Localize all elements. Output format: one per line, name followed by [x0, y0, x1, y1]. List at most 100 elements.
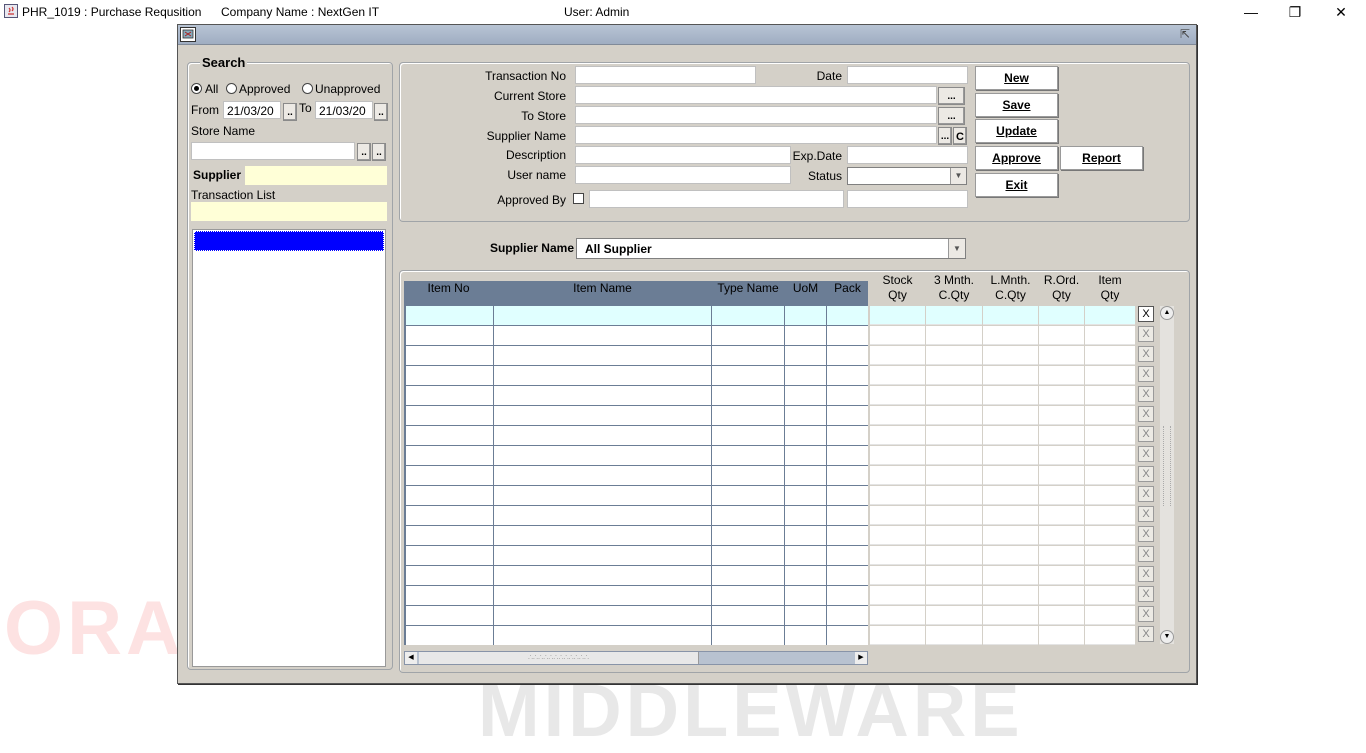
approved-date-field[interactable] — [847, 190, 968, 208]
table-cell[interactable] — [494, 386, 711, 405]
table-cell[interactable] — [494, 326, 711, 345]
table-row[interactable] — [404, 586, 1144, 606]
table-cell[interactable] — [494, 346, 711, 365]
table-cell[interactable] — [827, 486, 868, 505]
h-scroll-thumb[interactable]: ∴∴∴∴∴∴∴∴∴∴∴∴ — [419, 652, 699, 664]
table-cell[interactable] — [827, 326, 868, 345]
table-cell[interactable] — [870, 486, 925, 505]
exit-button[interactable]: Exit — [975, 173, 1058, 197]
table-cell[interactable] — [1085, 346, 1135, 365]
table-cell[interactable] — [785, 386, 826, 405]
table-cell[interactable] — [1039, 566, 1084, 585]
table-cell[interactable] — [712, 506, 784, 525]
store-name-field[interactable] — [191, 142, 355, 160]
table-cell[interactable] — [406, 406, 493, 425]
to-store-field[interactable] — [575, 106, 937, 124]
delete-row-button[interactable]: X — [1138, 466, 1154, 482]
table-row[interactable] — [404, 406, 1144, 426]
transaction-list[interactable] — [192, 229, 386, 667]
delete-row-button[interactable]: X — [1138, 546, 1154, 562]
approved-by-field[interactable] — [589, 190, 844, 208]
table-row[interactable] — [404, 626, 1144, 646]
table-row[interactable] — [404, 606, 1144, 626]
table-cell[interactable] — [494, 626, 711, 645]
update-button[interactable]: Update — [975, 119, 1058, 143]
table-cell[interactable] — [785, 366, 826, 385]
table-cell[interactable] — [1085, 386, 1135, 405]
table-cell[interactable] — [494, 306, 711, 325]
maximize-icon[interactable]: ⇱ — [1178, 28, 1192, 41]
approved-checkbox[interactable] — [573, 193, 584, 204]
table-cell[interactable] — [1085, 466, 1135, 485]
table-cell[interactable] — [983, 386, 1038, 405]
table-cell[interactable] — [1085, 506, 1135, 525]
table-cell[interactable] — [712, 326, 784, 345]
table-cell[interactable] — [785, 466, 826, 485]
table-cell[interactable] — [712, 526, 784, 545]
table-cell[interactable] — [1085, 326, 1135, 345]
table-row[interactable] — [404, 386, 1144, 406]
table-cell[interactable] — [785, 566, 826, 585]
table-cell[interactable] — [870, 326, 925, 345]
delete-row-button[interactable]: X — [1138, 386, 1154, 402]
table-cell[interactable] — [827, 566, 868, 585]
table-cell[interactable] — [1039, 586, 1084, 605]
table-cell[interactable] — [494, 426, 711, 445]
table-cell[interactable] — [406, 466, 493, 485]
table-cell[interactable] — [983, 306, 1038, 325]
table-cell[interactable] — [712, 586, 784, 605]
table-cell[interactable] — [1039, 466, 1084, 485]
table-cell[interactable] — [785, 506, 826, 525]
table-cell[interactable] — [827, 366, 868, 385]
table-cell[interactable] — [712, 346, 784, 365]
delete-row-button[interactable]: X — [1138, 366, 1154, 382]
table-cell[interactable] — [827, 446, 868, 465]
transaction-no-field[interactable] — [575, 66, 756, 84]
scroll-thumb[interactable] — [1163, 426, 1171, 506]
table-cell[interactable] — [870, 366, 925, 385]
supplier-name-field[interactable] — [575, 126, 937, 144]
delete-row-button[interactable]: X — [1138, 486, 1154, 502]
table-cell[interactable] — [1039, 426, 1084, 445]
table-cell[interactable] — [870, 466, 925, 485]
table-cell[interactable] — [870, 426, 925, 445]
approve-button[interactable]: Approve — [975, 146, 1058, 170]
table-cell[interactable] — [1085, 366, 1135, 385]
table-cell[interactable] — [712, 606, 784, 625]
table-cell[interactable] — [983, 406, 1038, 425]
grid-vertical-scrollbar[interactable]: ▲ ▼ — [1160, 306, 1174, 644]
supplier-search-field[interactable] — [245, 166, 387, 185]
table-cell[interactable] — [494, 466, 711, 485]
table-cell[interactable] — [785, 426, 826, 445]
table-cell[interactable] — [1039, 366, 1084, 385]
table-cell[interactable] — [827, 466, 868, 485]
delete-row-button[interactable]: X — [1138, 526, 1154, 542]
table-row[interactable] — [404, 466, 1144, 486]
table-cell[interactable] — [785, 626, 826, 645]
table-cell[interactable] — [983, 526, 1038, 545]
report-button[interactable]: Report — [1060, 146, 1143, 170]
table-cell[interactable] — [926, 626, 982, 645]
table-cell[interactable] — [494, 446, 711, 465]
table-cell[interactable] — [1085, 486, 1135, 505]
table-cell[interactable] — [983, 586, 1038, 605]
table-cell[interactable] — [983, 366, 1038, 385]
table-cell[interactable] — [870, 526, 925, 545]
table-cell[interactable] — [983, 326, 1038, 345]
table-cell[interactable] — [926, 566, 982, 585]
table-row[interactable] — [404, 486, 1144, 506]
table-cell[interactable] — [983, 466, 1038, 485]
supplier-name-lov-button[interactable]: ... — [938, 127, 952, 145]
table-cell[interactable] — [870, 306, 925, 325]
delete-row-button[interactable]: X — [1138, 506, 1154, 522]
table-cell[interactable] — [712, 486, 784, 505]
radio-all[interactable] — [191, 83, 202, 94]
table-cell[interactable] — [1085, 406, 1135, 425]
table-cell[interactable] — [827, 406, 868, 425]
table-cell[interactable] — [870, 346, 925, 365]
table-cell[interactable] — [926, 426, 982, 445]
table-cell[interactable] — [1085, 306, 1135, 325]
table-cell[interactable] — [827, 506, 868, 525]
transaction-list-selected-row[interactable] — [194, 231, 384, 251]
table-cell[interactable] — [406, 346, 493, 365]
